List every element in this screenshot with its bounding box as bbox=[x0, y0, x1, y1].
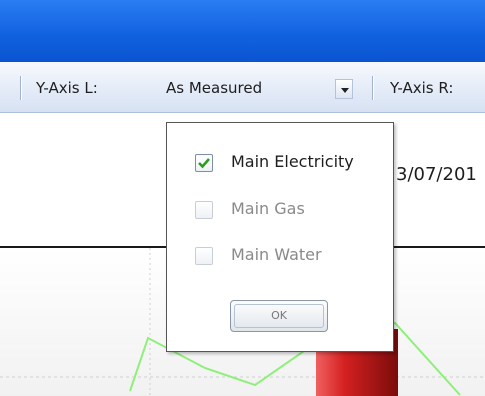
option-label: Main Gas bbox=[231, 199, 305, 218]
checkmark-icon bbox=[198, 158, 210, 169]
window-titlebar bbox=[0, 0, 485, 62]
toolbar-separator bbox=[20, 76, 21, 100]
y-axis-left-value: As Measured bbox=[166, 79, 263, 97]
checkbox-unchecked bbox=[195, 247, 213, 265]
series-select-popup: Main Electricity Main Gas Main Water OK bbox=[166, 122, 394, 352]
chevron-down-icon[interactable] bbox=[335, 79, 353, 99]
y-axis-left-dropdown[interactable]: As Measured bbox=[154, 76, 360, 102]
option-label: Main Electricity bbox=[231, 152, 354, 171]
ok-button[interactable]: OK bbox=[230, 300, 328, 332]
y-axis-left-label: Y-Axis L: bbox=[36, 79, 98, 97]
checkbox-checked[interactable] bbox=[195, 154, 213, 172]
option-label: Main Water bbox=[231, 245, 322, 264]
toolbar-separator bbox=[372, 76, 373, 100]
checkbox-unchecked bbox=[195, 201, 213, 219]
y-axis-right-label: Y-Axis R: bbox=[390, 79, 454, 97]
